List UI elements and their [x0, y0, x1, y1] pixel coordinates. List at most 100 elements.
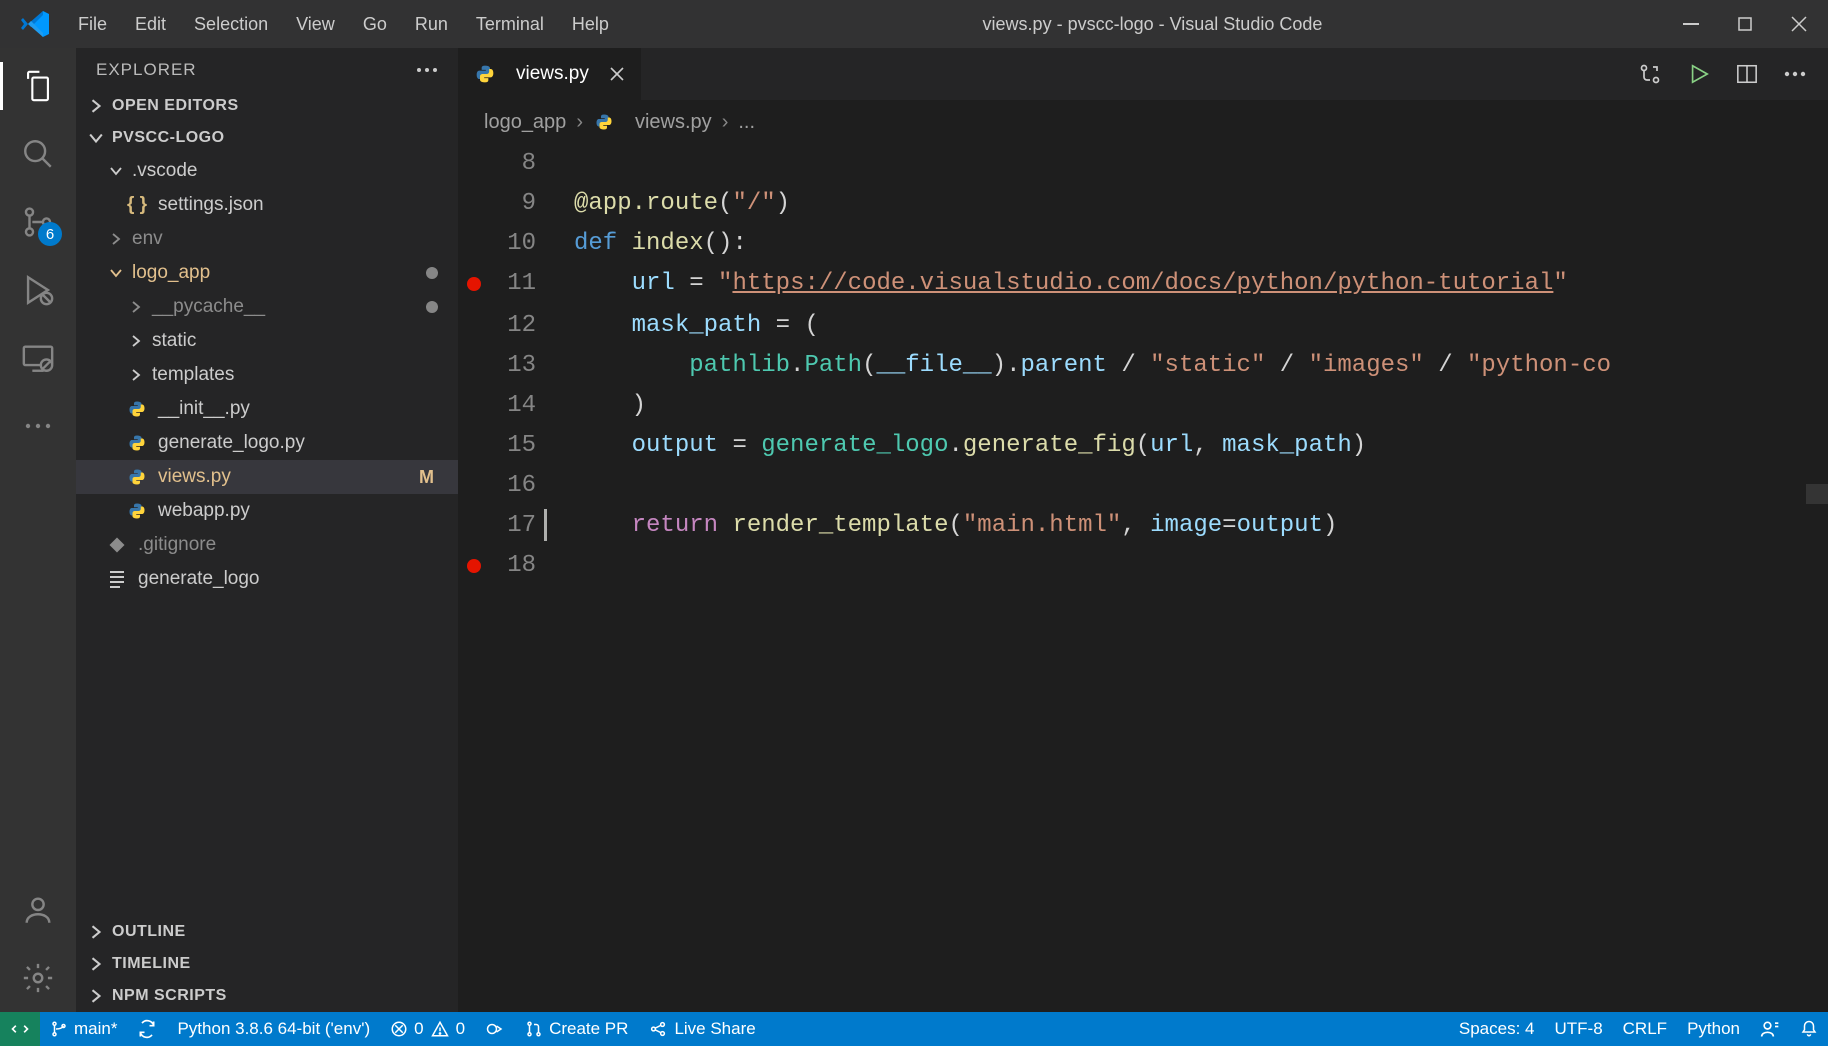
tree-folder-static[interactable]: static [76, 324, 458, 358]
remote-explorer-icon[interactable] [18, 338, 58, 378]
code-text[interactable]: url = "https://code.visualstudio.com/doc… [554, 264, 1568, 306]
menu-edit[interactable]: Edit [121, 8, 180, 41]
code-text[interactable] [554, 144, 574, 184]
spaces-indicator[interactable]: Spaces: 4 [1449, 1019, 1545, 1039]
code-line[interactable]: 11 url = "https://code.visualstudio.com/… [458, 264, 1828, 306]
split-editor-icon[interactable] [1736, 63, 1758, 85]
menu-help[interactable]: Help [558, 8, 623, 41]
menu-run[interactable]: Run [401, 8, 462, 41]
account-icon[interactable] [18, 890, 58, 930]
tree-file-settings[interactable]: { }settings.json [76, 188, 458, 222]
code-line[interactable]: 14 ) [458, 386, 1828, 426]
breadcrumb[interactable]: logo_app › views.py › ... [458, 100, 1828, 144]
more-icon[interactable] [1784, 71, 1806, 77]
breakpoint-gutter[interactable] [458, 506, 490, 546]
source-control-icon[interactable]: 6 [18, 202, 58, 242]
breakpoint-gutter[interactable] [458, 386, 490, 426]
tree-file-webapp[interactable]: webapp.py [76, 494, 458, 528]
code-line[interactable]: 10def index(): [458, 224, 1828, 264]
code-line[interactable]: 9@app.route("/") [458, 184, 1828, 224]
python-interpreter[interactable]: Python 3.8.6 64-bit ('env') [167, 1012, 380, 1046]
breakpoint-gutter[interactable] [458, 264, 490, 306]
breakpoint-gutter[interactable] [458, 466, 490, 506]
tree-folder-logoapp[interactable]: logo_app [76, 256, 458, 290]
create-pr[interactable]: Create PR [515, 1012, 638, 1046]
breakpoint-gutter[interactable] [458, 426, 490, 466]
compare-changes-icon[interactable] [1638, 62, 1662, 86]
breakpoint-gutter[interactable] [458, 144, 490, 184]
menu-terminal[interactable]: Terminal [462, 8, 558, 41]
minimize-icon[interactable] [1682, 15, 1700, 33]
tree-file-gitignore[interactable]: .gitignore [76, 528, 458, 562]
sidebar-more-icon[interactable] [416, 67, 438, 73]
code-line[interactable]: 18 [458, 546, 1828, 588]
code-text[interactable] [554, 546, 574, 588]
close-icon[interactable] [609, 66, 625, 82]
code-line[interactable]: 17 return render_template("main.html", i… [458, 506, 1828, 546]
breakpoint-gutter[interactable] [458, 224, 490, 264]
code-text[interactable]: @app.route("/") [554, 184, 790, 224]
close-icon[interactable] [1790, 15, 1808, 33]
menu-selection[interactable]: Selection [180, 8, 282, 41]
folder-section[interactable]: PVSCC-LOGO [76, 122, 458, 154]
explorer-icon[interactable] [18, 66, 58, 106]
code-text[interactable]: ) [554, 386, 646, 426]
code-line[interactable]: 12 mask_path = ( [458, 306, 1828, 346]
menu-file[interactable]: File [64, 8, 121, 41]
sync-button[interactable] [127, 1012, 167, 1046]
tree-file-generate-logo[interactable]: generate_logo [76, 562, 458, 596]
breadcrumb-file[interactable]: views.py [635, 111, 712, 134]
code-text[interactable] [554, 466, 574, 506]
breakpoint-gutter[interactable] [458, 546, 490, 588]
remote-indicator[interactable] [0, 1012, 40, 1046]
code-text[interactable]: def index(): [554, 224, 747, 264]
feedback-icon[interactable] [1750, 1019, 1790, 1039]
code-text[interactable]: output = generate_logo.generate_fig(url,… [554, 426, 1366, 466]
port-forward[interactable] [475, 1012, 515, 1046]
tree-file-generate-logo-py[interactable]: generate_logo.py [76, 426, 458, 460]
npm-scripts-section[interactable]: NPM SCRIPTS [76, 980, 458, 1012]
menu-view[interactable]: View [282, 8, 349, 41]
tree-file-init[interactable]: __init__.py [76, 392, 458, 426]
breadcrumb-more[interactable]: ... [738, 111, 755, 134]
minimap[interactable] [1806, 484, 1828, 504]
breadcrumb-folder[interactable]: logo_app [484, 111, 566, 134]
line-number: 8 [490, 144, 546, 184]
breakpoint-gutter[interactable] [458, 184, 490, 224]
run-icon[interactable] [1688, 63, 1710, 85]
ellipsis-icon[interactable] [18, 406, 58, 446]
menu-go[interactable]: Go [349, 8, 401, 41]
language-indicator[interactable]: Python [1677, 1019, 1750, 1039]
maximize-icon[interactable] [1736, 15, 1754, 33]
code-line[interactable]: 15 output = generate_logo.generate_fig(u… [458, 426, 1828, 466]
tree-file-views[interactable]: views.pyM [76, 460, 458, 494]
code-text[interactable]: mask_path = ( [554, 306, 819, 346]
problems[interactable]: 0 0 [380, 1012, 475, 1046]
tree-folder-templates[interactable]: templates [76, 358, 458, 392]
code-text[interactable]: return render_template("main.html", imag… [554, 506, 1337, 546]
line-number: 15 [490, 426, 546, 466]
code-text[interactable]: pathlib.Path(__file__).parent / "static"… [554, 346, 1611, 386]
settings-gear-icon[interactable] [18, 958, 58, 998]
code-editor[interactable]: 89@app.route("/")10def index():11 url = … [458, 144, 1828, 1012]
encoding-indicator[interactable]: UTF-8 [1544, 1019, 1612, 1039]
timeline-section[interactable]: TIMELINE [76, 948, 458, 980]
notifications-icon[interactable] [1790, 1019, 1828, 1039]
eol-indicator[interactable]: CRLF [1613, 1019, 1677, 1039]
tree-folder-vscode[interactable]: .vscode [76, 154, 458, 188]
code-line[interactable]: 13 pathlib.Path(__file__).parent / "stat… [458, 346, 1828, 386]
search-icon[interactable] [18, 134, 58, 174]
run-debug-icon[interactable] [18, 270, 58, 310]
code-line[interactable]: 16 [458, 466, 1828, 506]
tab-views[interactable]: views.py [458, 48, 642, 100]
live-share[interactable]: Live Share [638, 1012, 765, 1046]
tree-folder-pycache[interactable]: __pycache__ [76, 290, 458, 324]
python-icon [474, 63, 496, 85]
open-editors-section[interactable]: OPEN EDITORS [76, 90, 458, 122]
breakpoint-gutter[interactable] [458, 346, 490, 386]
outline-section[interactable]: OUTLINE [76, 916, 458, 948]
tree-folder-env[interactable]: env [76, 222, 458, 256]
breakpoint-gutter[interactable] [458, 306, 490, 346]
code-line[interactable]: 8 [458, 144, 1828, 184]
git-branch[interactable]: main* [40, 1012, 127, 1046]
